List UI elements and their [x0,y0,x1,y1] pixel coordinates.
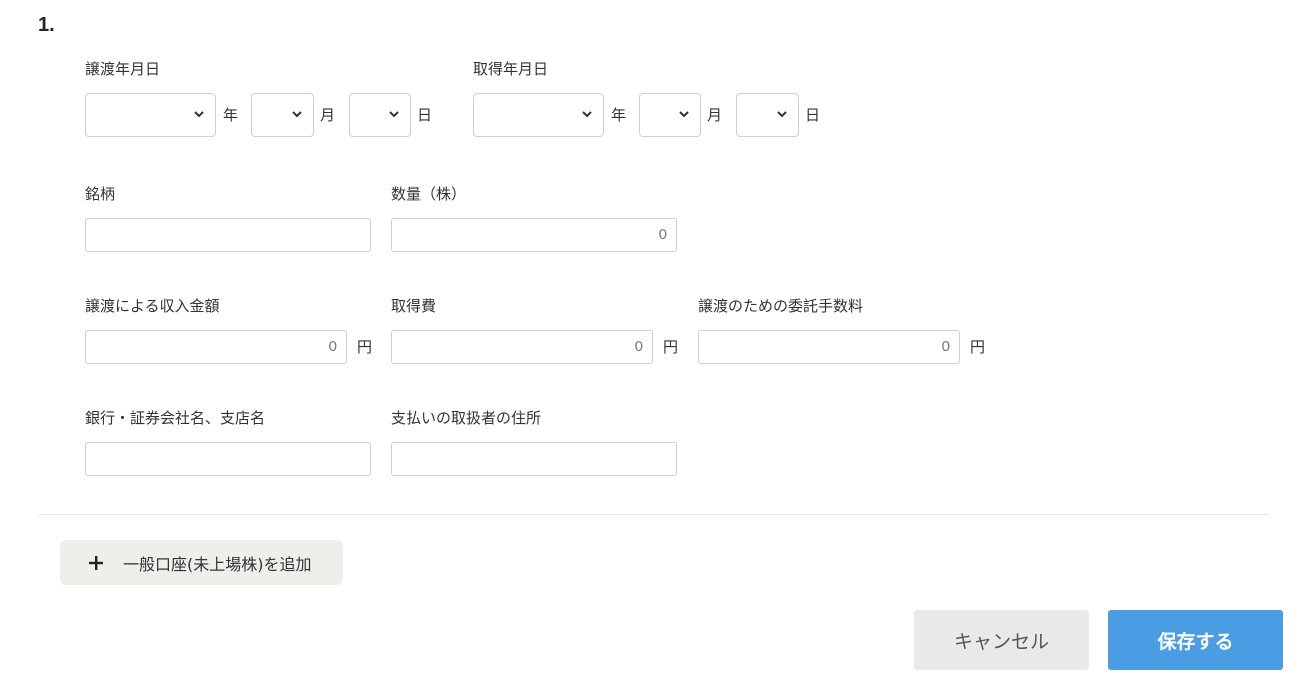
entry-number: 1. [38,14,55,36]
add-account-label: 一般口座(未上場株)を追加 [123,554,312,574]
broker-name-label: 銀行・証券会社名、支店名 [85,409,266,427]
add-account-button[interactable]: 一般口座(未上場株)を追加 [60,540,343,585]
acquisition-month-unit: 月 [707,106,723,124]
payer-address-input[interactable] [391,442,677,476]
acquisition-year-select[interactable] [473,93,604,137]
chevron-down-icon [679,111,689,118]
commission-label: 譲渡のための委託手数料 [698,297,864,315]
transfer-day-select[interactable] [349,93,411,137]
save-button[interactable]: 保存する [1108,610,1283,670]
chevron-down-icon [777,111,787,118]
transfer-proceeds-input[interactable]: 0 [85,330,347,364]
acquisition-cost-input[interactable]: 0 [391,330,653,364]
transfer-year-unit: 年 [223,106,239,124]
stock-name-label: 銘柄 [85,185,116,203]
cancel-button[interactable]: キャンセル [914,610,1089,670]
commission-input[interactable]: 0 [698,330,960,364]
payer-address-label: 支払いの取扱者の住所 [391,409,542,427]
transfer-proceeds-unit: 円 [357,338,373,356]
acquisition-cost-label: 取得費 [391,297,437,315]
transfer-month-select[interactable] [251,93,314,137]
acquisition-year-unit: 年 [611,106,627,124]
chevron-down-icon [389,111,399,118]
acquisition-cost-unit: 円 [663,338,679,356]
plus-icon [89,555,103,570]
quantity-label: 数量（株） [391,185,467,203]
acquisition-month-select[interactable] [639,93,701,137]
broker-name-input[interactable] [85,442,371,476]
chevron-down-icon [194,111,204,118]
transfer-month-unit: 月 [320,106,336,124]
quantity-input[interactable]: 0 [391,218,677,252]
transfer-year-select[interactable] [85,93,216,137]
section-divider [38,514,1268,515]
transfer-proceeds-label: 譲渡による収入金額 [85,297,220,315]
chevron-down-icon [582,111,592,118]
stock-name-input[interactable] [85,218,371,252]
transfer-date-label: 譲渡年月日 [85,60,161,78]
commission-unit: 円 [970,338,986,356]
chevron-down-icon [292,111,302,118]
transfer-day-unit: 日 [417,106,433,124]
acquisition-day-select[interactable] [736,93,799,137]
acquisition-date-label: 取得年月日 [473,60,549,78]
acquisition-day-unit: 日 [805,106,821,124]
